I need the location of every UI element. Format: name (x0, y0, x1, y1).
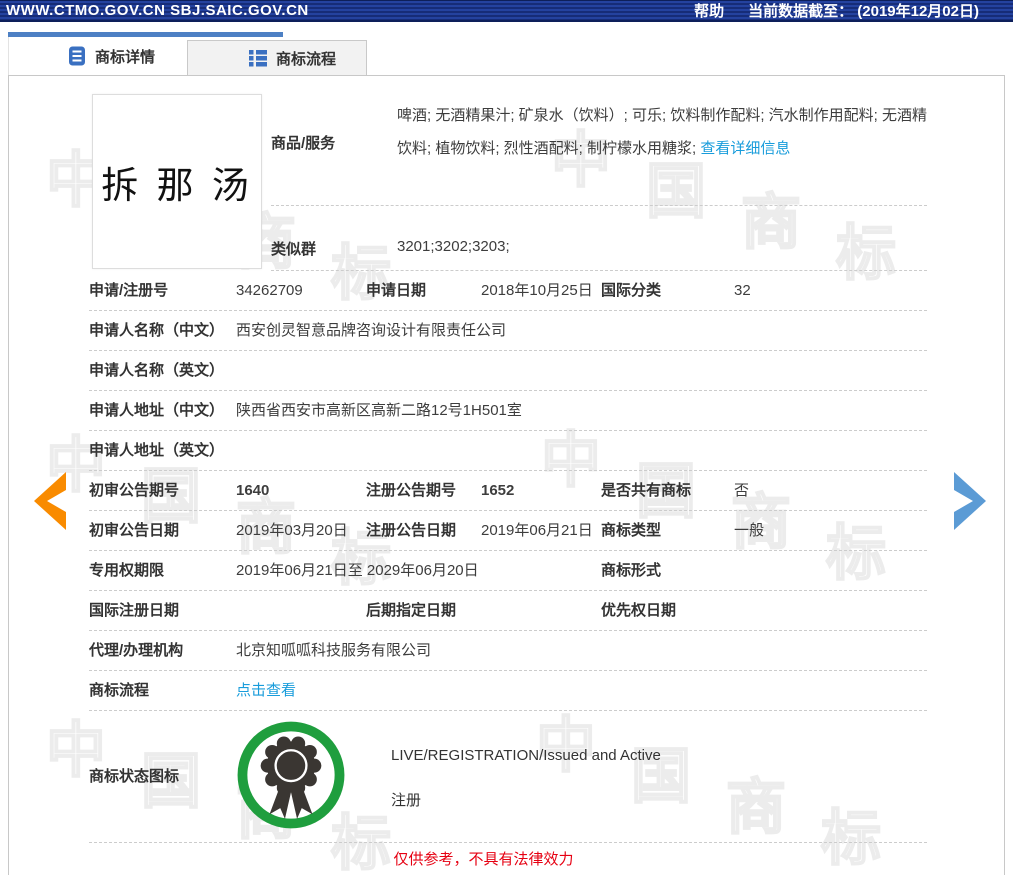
agency-label: 代理/办理机构 (89, 631, 183, 670)
help-link[interactable]: 帮助 (694, 0, 724, 21)
row-address-en: 申请人地址（英文） (9, 431, 1004, 471)
row-application: 申请/注册号 34262709 申请日期 2018年10月25日 国际分类 32 (9, 271, 1004, 311)
reg-gazette-date-value: 2019年06月21日 (481, 511, 593, 550)
trademark-header-section: 拆 那 汤 商品/服务 啤酒; 无酒精果汁; 矿泉水（饮料）; 可乐; 饮料制作… (9, 94, 1004, 271)
first-gazette-date-value: 2019年03月20日 (236, 511, 348, 550)
applicant-en-label: 申请人名称（英文） (89, 351, 224, 390)
address-en-label: 申请人地址（英文） (89, 431, 224, 470)
intl-class-label: 国际分类 (601, 271, 661, 310)
row-exclusive-period: 专用权期限 2019年06月21日至 2029年06月20日 商标形式 (9, 551, 1004, 591)
app-date-value: 2018年10月25日 (481, 271, 593, 310)
trademark-mark-text: 拆 那 汤 (101, 155, 253, 209)
mark-form-label: 商标形式 (601, 551, 661, 590)
tab-trademark-details[interactable]: 商标详情 (8, 37, 187, 75)
row-applicant-name-cn: 申请人名称（中文） 西安创灵智意品牌咨询设计有限责任公司 (9, 311, 1004, 351)
exclusive-period-value: 2019年06月21日至 2029年06月20日 (236, 551, 479, 590)
tab-trademark-process[interactable]: 商标流程 (187, 40, 367, 75)
reg-gazette-no-value: 1652 (481, 471, 514, 510)
tab-details-label: 商标详情 (95, 46, 155, 67)
applicant-cn-value: 西安创灵智意品牌咨询设计有限责任公司 (236, 311, 506, 350)
view-details-link[interactable]: 查看详细信息 (700, 140, 790, 157)
row-gazette-dates: 初审公告日期 2019年03月20日 注册公告日期 2019年06月21日 商标… (9, 511, 1004, 551)
top-bar: WWW.CTMO.GOV.CN SBJ.SAIC.GOV.CN 帮助 当前数据截… (0, 0, 1013, 22)
row-applicant-name-en: 申请人名称（英文） (9, 351, 1004, 391)
goods-services-label: 商品/服务 (271, 132, 335, 153)
intl-reg-date-label: 国际注册日期 (89, 591, 179, 630)
row-agency: 代理/办理机构 北京知呱呱科技服务有限公司 (9, 631, 1004, 671)
app-no-value: 34262709 (236, 271, 303, 310)
data-cutoff-date: 当前数据截至： (2019年12月02日) (748, 0, 979, 21)
address-cn-label: 申请人地址（中文） (89, 391, 224, 430)
agency-value: 北京知呱呱科技服务有限公司 (236, 631, 431, 670)
process-list-icon (248, 48, 268, 68)
shared-mark-label: 是否共有商标 (601, 471, 691, 510)
details-list-icon (67, 46, 87, 66)
row-trademark-status: 商标状态图标 LIVE/REGISTRATION/I (9, 711, 1004, 843)
similar-group-label: 类似群 (271, 238, 316, 259)
address-cn-value: 陕西省西安市高新区高新二路12号1H501室 (236, 391, 522, 430)
click-to-view-link[interactable]: 点击查看 (236, 671, 296, 710)
process-label: 商标流程 (89, 671, 149, 710)
next-arrow-button[interactable] (950, 472, 992, 532)
status-text-cn: 注册 (391, 789, 421, 810)
later-designation-label: 后期指定日期 (366, 591, 456, 630)
row-gazette-numbers: 初审公告期号 1640 注册公告期号 1652 是否共有商标 否 (9, 471, 1004, 511)
trademark-detail-panel: 中国商标中国商标中国商标中国商标中国商标中国商标 拆 那 汤 商品/服务 啤酒;… (8, 75, 1005, 875)
registered-ribbon-icon (235, 719, 347, 831)
goods-services-text: 啤酒; 无酒精果汁; 矿泉水（饮料）; 可乐; 饮料制作配料; 汽水制作用配料;… (397, 107, 927, 157)
applicant-cn-label: 申请人名称（中文） (89, 311, 224, 350)
first-gazette-no-label: 初审公告期号 (89, 471, 179, 510)
priority-date-label: 优先权日期 (601, 591, 676, 630)
goods-services-value: 啤酒; 无酒精果汁; 矿泉水（饮料）; 可乐; 饮料制作配料; 汽水制作用配料;… (397, 99, 934, 165)
reg-gazette-date-label: 注册公告日期 (366, 511, 456, 550)
mark-type-value: 一般 (734, 511, 764, 550)
status-icon-label: 商标状态图标 (89, 711, 179, 843)
shared-mark-value: 否 (734, 471, 749, 510)
app-date-label: 申请日期 (366, 271, 426, 310)
row-address-cn: 申请人地址（中文） 陕西省西安市高新区高新二路12号1H501室 (9, 391, 1004, 431)
first-gazette-no-value: 1640 (236, 471, 269, 510)
status-text-en: LIVE/REGISTRATION/Issued and Active (391, 747, 661, 764)
row-international-dates: 国际注册日期 后期指定日期 优先权日期 (9, 591, 1004, 631)
mark-type-label: 商标类型 (601, 511, 661, 550)
similar-group-value: 3201;3202;3203; (397, 238, 510, 255)
reg-gazette-no-label: 注册公告期号 (366, 471, 456, 510)
intl-class-value: 32 (734, 271, 751, 310)
app-no-label: 申请/注册号 (89, 271, 168, 310)
exclusive-period-label: 专用权期限 (89, 551, 164, 590)
tab-process-label: 商标流程 (276, 48, 336, 69)
row-trademark-process: 商标流程 点击查看 (9, 671, 1004, 711)
divider (271, 205, 927, 206)
site-urls: WWW.CTMO.GOV.CN SBJ.SAIC.GOV.CN (0, 2, 309, 19)
first-gazette-date-label: 初审公告日期 (89, 511, 179, 550)
previous-arrow-button[interactable] (28, 472, 70, 532)
disclaimer-text: 仅供参考，不具有法律效力 (9, 843, 1004, 875)
trademark-image: 拆 那 汤 (92, 94, 262, 269)
